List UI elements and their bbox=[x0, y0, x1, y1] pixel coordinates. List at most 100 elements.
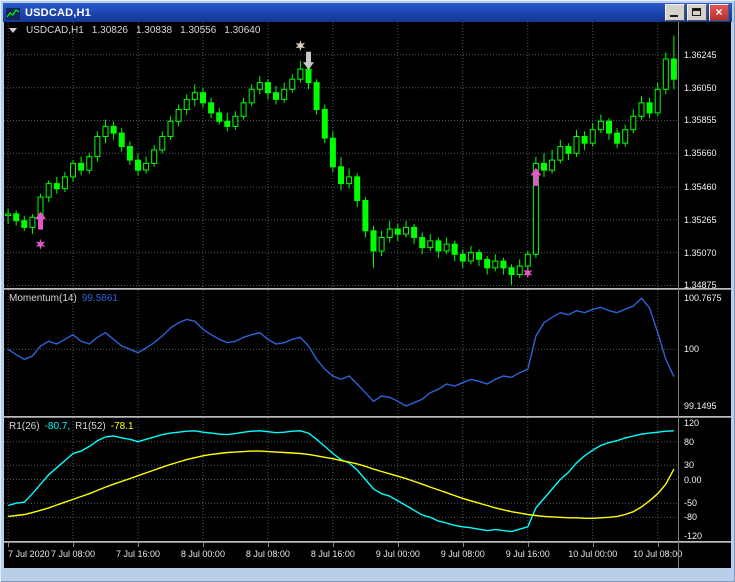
candle-body bbox=[379, 238, 384, 252]
minimize-icon bbox=[670, 15, 678, 17]
price-scale-label: 100 bbox=[684, 344, 699, 354]
candle-body bbox=[623, 130, 628, 144]
candle-body bbox=[103, 126, 108, 136]
candle-body bbox=[217, 113, 222, 121]
time-label: 9 Jul 00:00 bbox=[376, 549, 420, 559]
candle-body bbox=[493, 261, 498, 268]
candle-body bbox=[452, 244, 457, 254]
chart-window-icon bbox=[6, 7, 20, 19]
candle-body bbox=[127, 147, 132, 161]
candle-body bbox=[168, 121, 173, 136]
candle-body bbox=[79, 163, 84, 170]
indicator-line-Momentum bbox=[8, 298, 674, 406]
time-tick bbox=[8, 543, 9, 547]
candle-body bbox=[330, 138, 335, 167]
percent-r-panel[interactable]: R1(26) -80.7, R1(52) -78.1 12080300.00-5… bbox=[4, 418, 731, 541]
candle-body bbox=[631, 116, 636, 130]
time-tick bbox=[73, 543, 74, 547]
time-tick bbox=[528, 543, 529, 547]
r1-52-name: R1(52) bbox=[75, 421, 106, 432]
price-scale-label: 99.1495 bbox=[684, 401, 717, 411]
close-icon: × bbox=[715, 6, 722, 19]
candle-body bbox=[444, 244, 449, 251]
candle-body bbox=[314, 83, 319, 110]
restore-button[interactable] bbox=[687, 4, 707, 21]
momentum-value: 99.5861 bbox=[82, 293, 118, 304]
candle-body bbox=[404, 227, 409, 234]
candle-body bbox=[477, 253, 482, 260]
chart-ohlc-header: USDCAD,H1 1.30826 1.30838 1.30556 1.3064… bbox=[9, 25, 260, 36]
candle-body bbox=[671, 59, 676, 79]
price-chart-canvas[interactable] bbox=[4, 22, 678, 288]
candle-body bbox=[542, 163, 547, 170]
time-tick bbox=[333, 543, 334, 547]
close-button[interactable]: × bbox=[709, 4, 729, 21]
symbol-period-label: USDCAD,H1 bbox=[26, 25, 84, 36]
minimize-button[interactable] bbox=[665, 4, 685, 21]
buy-signal-star-2-icon bbox=[523, 267, 533, 278]
candle-body bbox=[387, 229, 392, 237]
price-scale-separator bbox=[678, 22, 679, 568]
price-scale-label: 1.36050 bbox=[684, 83, 717, 93]
window-title: USDCAD,H1 bbox=[25, 7, 91, 19]
time-label: 7 Jul 08:00 bbox=[51, 549, 95, 559]
candle-body bbox=[566, 147, 571, 154]
high-value: 1.30838 bbox=[136, 25, 172, 36]
time-label: 10 Jul 08:00 bbox=[633, 549, 682, 559]
window-controls: × bbox=[665, 4, 729, 21]
momentum-canvas[interactable] bbox=[4, 290, 678, 416]
percent-r-canvas[interactable] bbox=[4, 418, 678, 541]
candle-body bbox=[265, 83, 270, 93]
candle-body bbox=[46, 184, 51, 198]
candle-body bbox=[663, 59, 668, 89]
candle-body bbox=[225, 121, 230, 126]
r1-26-value: -80.7, bbox=[45, 421, 71, 432]
chart-client-area: USDCAD,H1 1.30826 1.30838 1.30556 1.3064… bbox=[4, 22, 731, 568]
price-scale-label: 1.35265 bbox=[684, 215, 717, 225]
candle-body bbox=[282, 89, 287, 99]
percent-r-label: R1(26) -80.7, R1(52) -78.1 bbox=[9, 421, 134, 432]
candle-body bbox=[355, 177, 360, 201]
sell-signal-star-icon bbox=[296, 40, 306, 51]
candle-body bbox=[6, 214, 11, 216]
price-scale-label: 80 bbox=[684, 437, 694, 447]
candle-body bbox=[639, 103, 644, 117]
candle-body bbox=[119, 133, 124, 147]
close-value: 1.30640 bbox=[224, 25, 260, 36]
candle-body bbox=[395, 229, 400, 234]
price-scale-label: 1.35660 bbox=[684, 148, 717, 158]
candle-body bbox=[339, 167, 344, 184]
time-tick bbox=[463, 543, 464, 547]
candle-body bbox=[574, 137, 579, 154]
candle-body bbox=[176, 110, 181, 122]
candle-body bbox=[371, 231, 376, 251]
time-label: 9 Jul 08:00 bbox=[441, 549, 485, 559]
price-chart-panel[interactable]: USDCAD,H1 1.30826 1.30838 1.30556 1.3064… bbox=[4, 22, 731, 288]
candle-body bbox=[136, 160, 141, 170]
price-scale-label: 1.35855 bbox=[684, 115, 717, 125]
price-scale-label: 1.36245 bbox=[684, 50, 717, 60]
r1-26-name: R1(26) bbox=[9, 421, 40, 432]
time-label: 8 Jul 08:00 bbox=[246, 549, 290, 559]
chart-menu-triangle-icon[interactable] bbox=[9, 28, 17, 33]
candle-body bbox=[54, 184, 59, 189]
candle-body bbox=[257, 83, 262, 90]
price-scale-label: 100.7675 bbox=[684, 293, 722, 303]
time-label: 8 Jul 16:00 bbox=[311, 549, 355, 559]
candle-body bbox=[95, 137, 100, 157]
candle-body bbox=[428, 241, 433, 248]
indicator-line-R1(52) bbox=[8, 451, 674, 518]
time-axis[interactable]: 7 Jul 20207 Jul 08:007 Jul 16:008 Jul 00… bbox=[4, 543, 731, 568]
candle-body bbox=[550, 160, 555, 170]
candle-body bbox=[160, 137, 165, 151]
momentum-panel[interactable]: Momentum(14) 99.5861 100.767510099.1495 bbox=[4, 290, 731, 416]
candle-body bbox=[347, 177, 352, 184]
candle-body bbox=[363, 201, 368, 231]
time-tick bbox=[138, 543, 139, 547]
candle-body bbox=[184, 99, 189, 109]
time-label: 9 Jul 16:00 bbox=[506, 549, 550, 559]
candle-body bbox=[558, 147, 563, 161]
candle-body bbox=[241, 103, 246, 117]
window-titlebar[interactable]: USDCAD,H1 × bbox=[3, 3, 732, 22]
candle-body bbox=[647, 103, 652, 113]
